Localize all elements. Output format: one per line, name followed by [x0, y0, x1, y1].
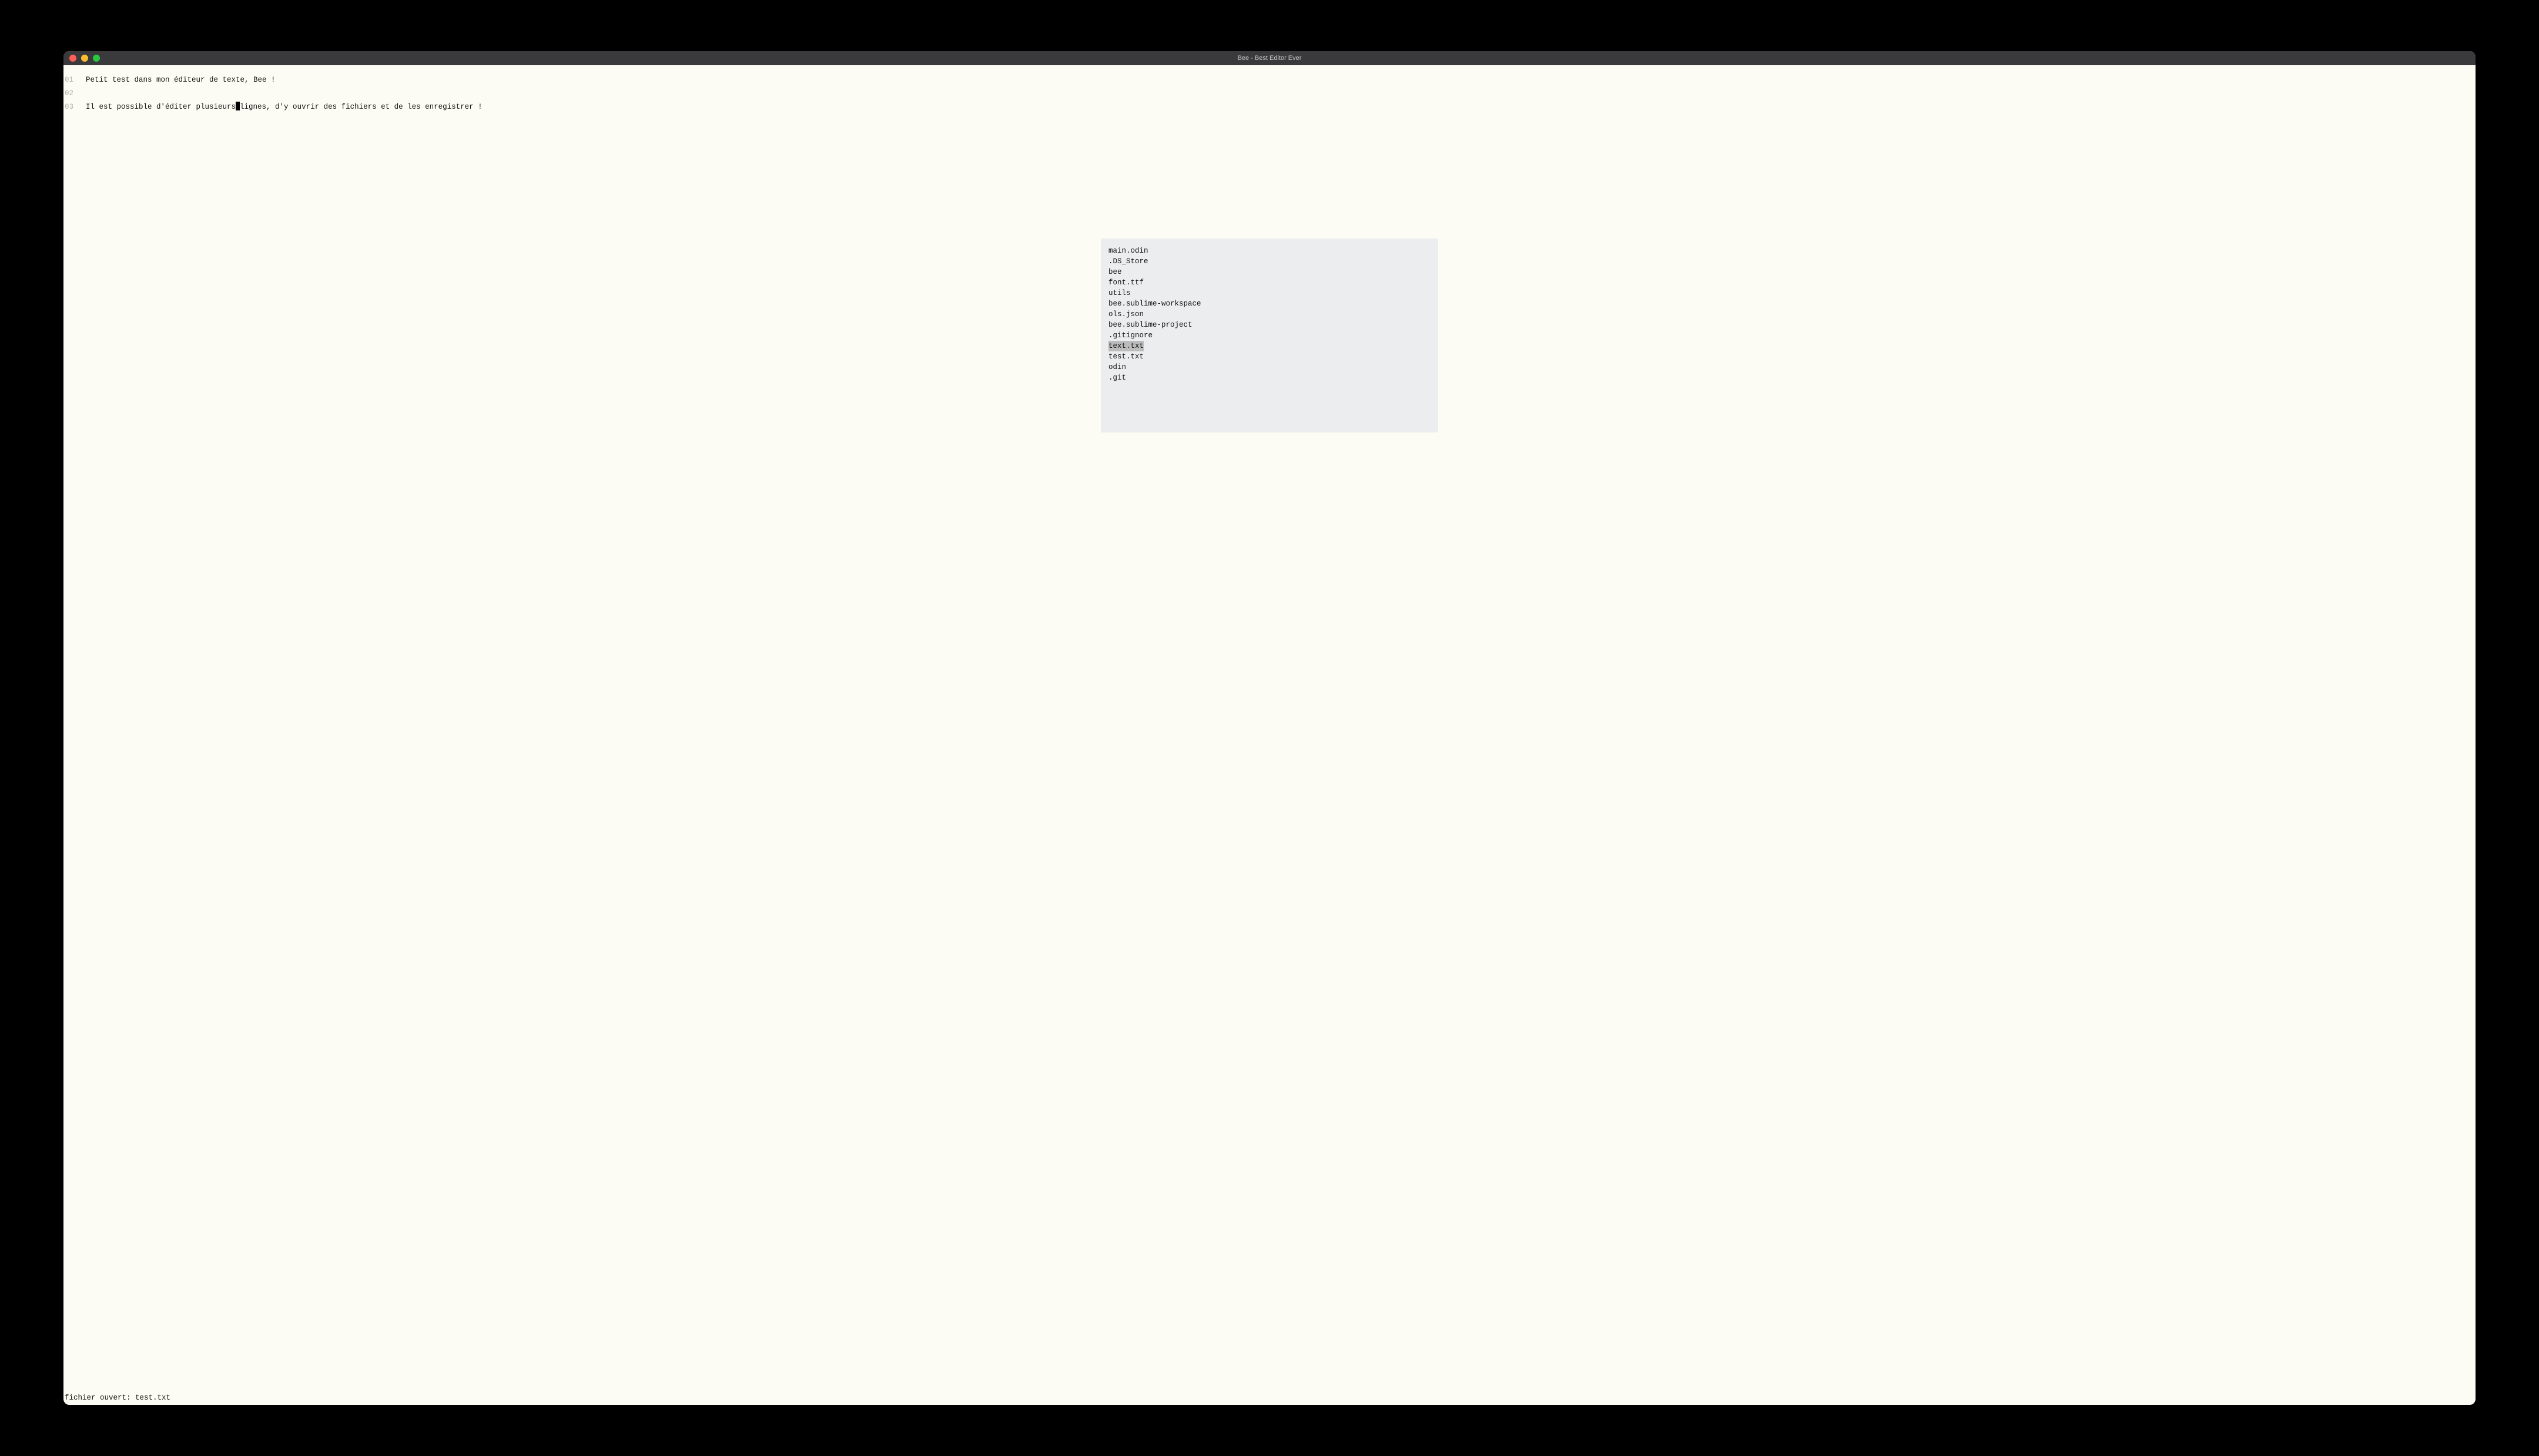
file-picker-item[interactable]: bee [1108, 267, 1122, 277]
editor-line[interactable]: 02 [63, 87, 2476, 100]
line-content[interactable]: Petit test dans mon éditeur de texte, Be… [79, 73, 276, 87]
file-picker-row: .git [1108, 373, 1431, 383]
maximize-window-button[interactable] [93, 55, 100, 62]
file-picker-row: bee [1108, 267, 1431, 277]
file-picker-row: bee.sublime-workspace [1108, 298, 1431, 309]
editor-line[interactable]: 01Petit test dans mon éditeur de texte, … [63, 73, 2476, 87]
line-number: 01 [63, 73, 79, 87]
app-window: Bee - Best Editor Ever 01Petit test dans… [63, 51, 2476, 1405]
line-content[interactable] [79, 87, 86, 100]
file-picker-row: main.odin [1108, 246, 1431, 256]
editor-lines: 01Petit test dans mon éditeur de texte, … [63, 73, 2476, 114]
status-bar: fichier ouvert: test.txt [63, 1393, 2476, 1405]
file-picker-row: .DS_Store [1108, 256, 1431, 267]
file-picker-row: test.txt [1108, 351, 1431, 362]
file-picker-item[interactable]: utils [1108, 288, 1131, 298]
file-picker-row: text.txt [1108, 341, 1431, 351]
titlebar: Bee - Best Editor Ever [63, 51, 2476, 65]
file-picker-row: .gitignore [1108, 330, 1431, 341]
editor-area[interactable]: 01Petit test dans mon éditeur de texte, … [63, 65, 2476, 1394]
file-picker-item[interactable]: .DS_Store [1108, 256, 1148, 267]
file-picker-item[interactable]: test.txt [1108, 351, 1144, 362]
file-picker-item[interactable]: text.txt [1108, 341, 1144, 351]
file-picker-item[interactable]: .git [1108, 373, 1126, 383]
file-picker-row: ols.json [1108, 309, 1431, 320]
file-picker-row: bee.sublime-project [1108, 320, 1431, 330]
file-picker-item[interactable]: bee.sublime-project [1108, 320, 1193, 330]
line-number: 03 [63, 100, 79, 114]
file-picker-item[interactable]: ols.json [1108, 309, 1144, 320]
window-title: Bee - Best Editor Ever [1238, 55, 1302, 62]
file-picker-row: utils [1108, 288, 1431, 298]
line-content[interactable]: Il est possible d'éditer plusieurslignes… [79, 100, 483, 114]
file-picker-row: odin [1108, 362, 1431, 373]
file-picker-item[interactable]: .gitignore [1108, 330, 1153, 341]
file-picker-item[interactable]: odin [1108, 362, 1126, 373]
file-picker-item[interactable]: main.odin [1108, 246, 1148, 256]
file-picker-item[interactable]: font.ttf [1108, 277, 1144, 288]
text-cursor [236, 102, 240, 110]
line-number: 02 [63, 87, 79, 100]
minimize-window-button[interactable] [81, 55, 88, 62]
status-message: fichier ouvert: test.txt [65, 1394, 170, 1402]
file-picker-row: font.ttf [1108, 277, 1431, 288]
file-picker-popup[interactable]: main.odin.DS_Storebeefont.ttfutilsbee.su… [1101, 239, 1438, 432]
close-window-button[interactable] [69, 55, 76, 62]
editor-line[interactable]: 03Il est possible d'éditer plusieurslign… [63, 100, 2476, 114]
window-controls [63, 55, 100, 62]
file-picker-item[interactable]: bee.sublime-workspace [1108, 298, 1201, 309]
